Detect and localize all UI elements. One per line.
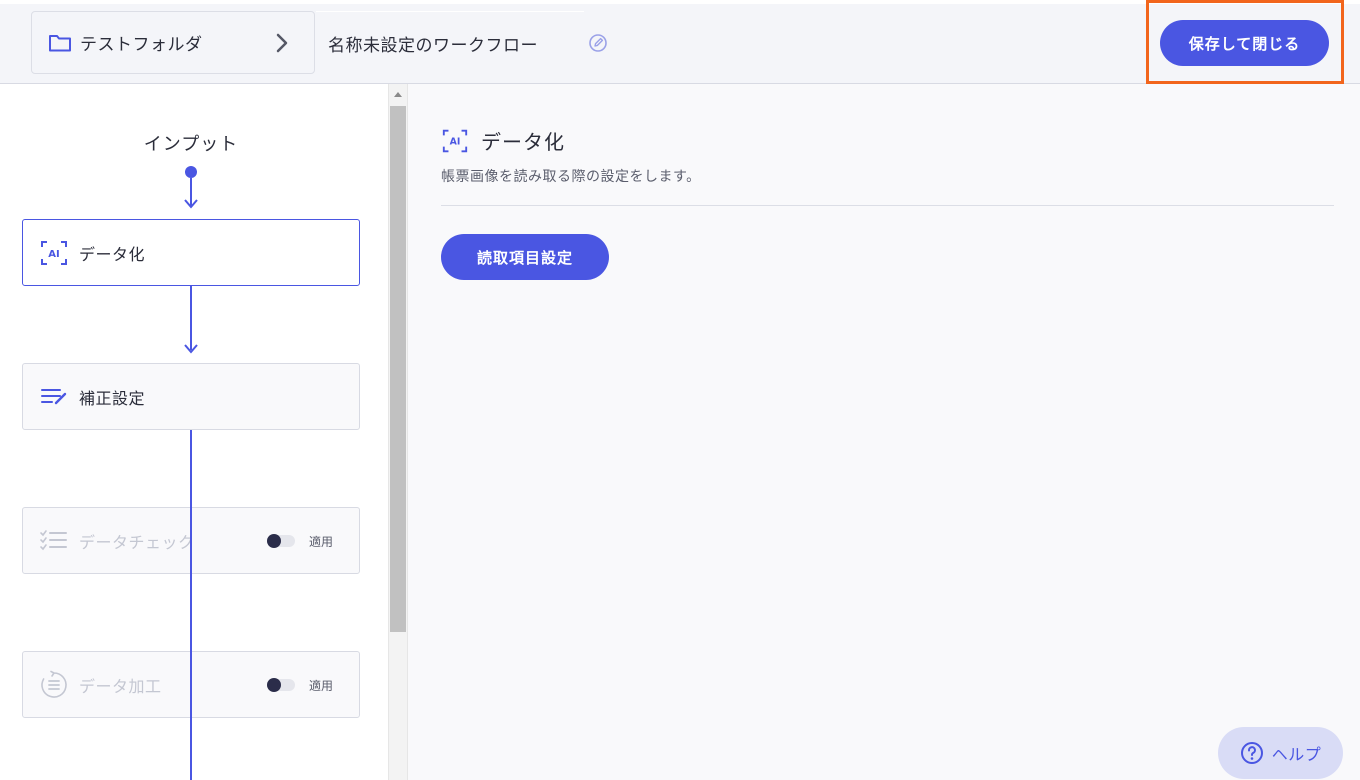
flow-step-data-conversion[interactable]: AI データ化 xyxy=(22,219,360,286)
flow-step-label: データチェック xyxy=(79,532,195,552)
step-detail-panel: AI データ化 帳票画像を読み取る際の設定をします。 読取項目設定 xyxy=(409,84,1360,780)
flow-step-label: データ加工 xyxy=(79,676,162,696)
apply-toggle[interactable] xyxy=(267,534,295,548)
list-circle-icon xyxy=(39,670,69,700)
detail-divider xyxy=(441,205,1334,206)
toggle-knob xyxy=(267,678,281,692)
question-circle-icon xyxy=(1240,741,1264,765)
save-and-close-button[interactable]: 保存して閉じる xyxy=(1160,20,1329,66)
flow-start-dot xyxy=(185,166,197,178)
scrollbar-thumb[interactable] xyxy=(390,106,406,632)
flow-connector xyxy=(190,286,192,350)
arrow-down-icon xyxy=(183,199,199,209)
toggle-knob xyxy=(267,534,281,548)
header-bar: テストフォルダ 名称未設定のワークフロー 保存して閉じる xyxy=(0,0,1360,84)
help-button[interactable]: ヘルプ xyxy=(1218,727,1343,779)
detail-header: AI データ化 xyxy=(441,126,565,155)
apply-toggle[interactable] xyxy=(267,678,295,692)
detail-title: データ化 xyxy=(481,130,565,154)
ai-scan-icon: AI xyxy=(441,127,469,155)
list-edit-icon xyxy=(39,382,69,412)
chevron-right-icon xyxy=(274,32,290,54)
breadcrumb-workflow: 名称未設定のワークフロー xyxy=(316,11,584,74)
detail-description: 帳票画像を読み取る際の設定をします。 xyxy=(441,169,701,185)
svg-text:AI: AI xyxy=(450,136,461,147)
pencil-circle-icon[interactable] xyxy=(588,33,608,53)
breadcrumb-folder-label: テストフォルダ xyxy=(80,35,203,55)
workflow-title: 名称未設定のワークフロー xyxy=(328,35,538,56)
svg-text:AI: AI xyxy=(48,249,59,260)
checklist-icon xyxy=(39,526,69,556)
help-label: ヘルプ xyxy=(1271,747,1322,764)
breadcrumb-folder[interactable]: テストフォルダ xyxy=(31,11,315,74)
folder-icon xyxy=(48,33,72,53)
ai-scan-icon: AI xyxy=(39,238,69,268)
flow-panel-scrollbar[interactable] xyxy=(388,84,408,780)
flow-step-label: データ化 xyxy=(79,244,146,264)
arrow-down-icon xyxy=(183,344,199,354)
flow-input-label: インプット xyxy=(143,134,239,155)
read-item-settings-button[interactable]: 読取項目設定 xyxy=(441,234,609,280)
apply-label: 適用 xyxy=(308,679,333,693)
apply-label: 適用 xyxy=(308,535,333,549)
flow-connector xyxy=(190,430,192,780)
flow-step-correction-settings[interactable]: 補正設定 xyxy=(22,363,360,430)
flow-step-label: 補正設定 xyxy=(79,388,146,408)
workflow-flow-panel: インプット AI データ化 補正設定 データチェック 適用 データ加工 適用 xyxy=(0,84,388,780)
scroll-up-arrow-icon[interactable] xyxy=(393,90,403,98)
